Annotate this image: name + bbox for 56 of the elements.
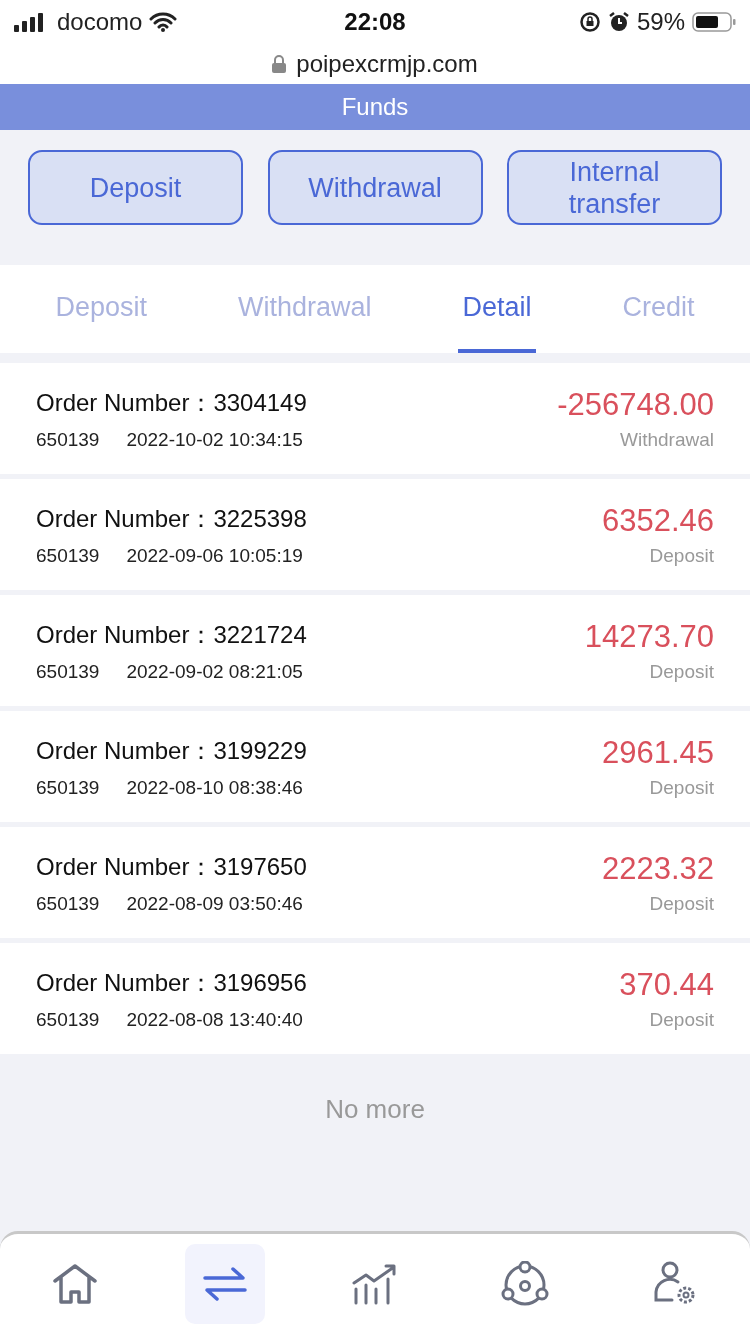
account-number: 650139: [36, 1008, 100, 1031]
order-number: Order Number：3221724: [36, 619, 307, 650]
order-number: Order Number：3304149: [36, 387, 307, 418]
battery-percent: 59%: [636, 8, 685, 36]
record-row[interactable]: Order Number：3304149 650139 2022-10-02 10:34:15 -256748.00 Withdrawal: [0, 363, 750, 474]
record-time: 2022-08-08 13:40:40: [126, 1008, 303, 1031]
tab[interactable]: Detail: [458, 265, 536, 353]
record-time: 2022-10-02 10:34:15: [126, 428, 303, 451]
record-time: 2022-08-10 08:38:46: [126, 776, 303, 799]
record-time: 2022-08-09 03:50:46: [126, 892, 303, 915]
amount: 2223.32: [601, 850, 714, 887]
record-row[interactable]: Order Number：3197650 650139 2022-08-09 03:50:46 2223.32 Deposit: [0, 827, 750, 938]
page-title: Funds: [341, 93, 409, 121]
action-button[interactable]: Deposit: [28, 150, 243, 225]
record-type: Deposit: [649, 660, 714, 683]
rotation-lock-icon: [578, 11, 601, 33]
action-button[interactable]: Internal transfer: [507, 150, 722, 225]
record-row[interactable]: Order Number：3221724 650139 2022-09-02 08:21:05 14273.70 Deposit: [0, 595, 750, 706]
amount: 2961.45: [601, 734, 714, 771]
record-type: Deposit: [649, 776, 714, 799]
record-type: Deposit: [649, 544, 714, 567]
wifi-icon: [149, 12, 178, 32]
carrier-name: docomo: [57, 8, 143, 36]
record-type: Deposit: [649, 892, 714, 915]
record-time: 2022-09-06 10:05:19: [126, 544, 303, 567]
lock-icon: [272, 55, 287, 73]
order-number: Order Number：3199229: [36, 735, 307, 766]
record-row[interactable]: Order Number：3196956 650139 2022-08-08 13:40:40 370.44 Deposit: [0, 943, 750, 1054]
nav-item[interactable]: [185, 1244, 265, 1324]
no-more-text: No more: [325, 1093, 425, 1125]
action-button[interactable]: Withdrawal: [267, 150, 483, 225]
record-time: 2022-09-02 08:21:05: [126, 660, 303, 683]
amount: 370.44: [619, 966, 714, 1003]
account-number: 650139: [36, 892, 100, 915]
chart-icon: [352, 1263, 398, 1305]
home-icon: [52, 1263, 98, 1305]
record-type: Withdrawal: [620, 428, 714, 451]
order-number: Order Number：3196956: [36, 967, 307, 998]
transfer-icon: [203, 1266, 247, 1302]
amount: -256748.00: [557, 386, 714, 423]
amount: 6352.46: [601, 502, 714, 539]
account-number: 650139: [36, 428, 100, 451]
status-time: 22:08: [343, 8, 407, 36]
account-number: 650139: [36, 544, 100, 567]
account-number: 650139: [36, 776, 100, 799]
record-row[interactable]: Order Number：3199229 650139 2022-08-10 08:38:46 2961.45 Deposit: [0, 711, 750, 822]
record-row[interactable]: Order Number：3225398 650139 2022-09-06 10:05:19 6352.46 Deposit: [0, 479, 750, 590]
order-number: Order Number：3197650: [36, 851, 307, 882]
account-number: 650139: [36, 660, 100, 683]
battery-icon: [692, 11, 736, 33]
url-text: poipexcrmjp.com: [296, 50, 478, 78]
alarm-icon: [607, 11, 630, 33]
record-type: Deposit: [649, 1008, 714, 1031]
order-number: Order Number：3225398: [36, 503, 307, 534]
network-icon: [501, 1261, 549, 1307]
amount: 14273.70: [584, 618, 714, 655]
